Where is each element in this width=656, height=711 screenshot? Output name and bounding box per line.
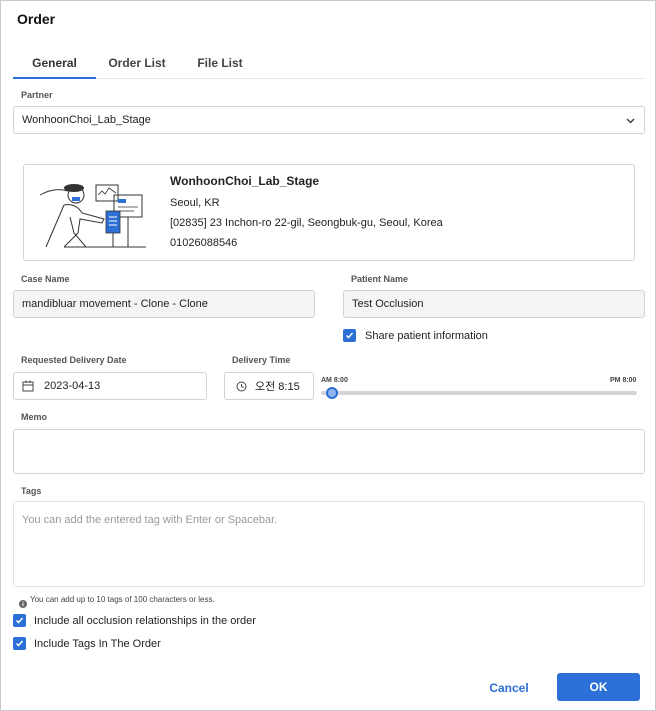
tags-label: Tags <box>21 486 42 496</box>
include-occlusion-label: Include all occlusion relationships in t… <box>34 615 256 627</box>
order-dialog: Order General Order List File List Partn… <box>0 0 656 711</box>
tags-input[interactable]: You can add the entered tag with Enter o… <box>13 501 645 587</box>
tab-order-list[interactable]: Order List <box>103 51 171 79</box>
delivery-time-label: Delivery Time <box>232 355 291 365</box>
tab-general[interactable]: General <box>13 51 96 79</box>
partner-label: Partner <box>21 90 53 100</box>
partner-card-name: WonhoonChoi_Lab_Stage <box>170 174 320 188</box>
tags-placeholder: You can add the entered tag with Enter o… <box>22 514 278 526</box>
delivery-date-input[interactable]: 2023-04-13 <box>13 372 207 400</box>
slider-thumb[interactable] <box>326 387 339 399</box>
share-patient-checkbox[interactable] <box>343 329 356 342</box>
cancel-button[interactable]: Cancel <box>471 674 547 701</box>
patient-name-value: Test Occlusion <box>352 298 424 310</box>
memo-label: Memo <box>21 412 48 422</box>
check-icon <box>15 617 24 624</box>
partner-select[interactable]: WonhoonChoi_Lab_Stage <box>13 106 645 134</box>
calendar-icon <box>22 380 34 395</box>
case-name-value: mandibluar movement - Clone - Clone <box>22 298 208 310</box>
delivery-date-label: Requested Delivery Date <box>21 355 127 365</box>
tab-bar: General Order List File List <box>13 51 645 79</box>
chevron-down-icon <box>625 115 636 129</box>
include-tags-checkbox[interactable] <box>13 637 26 650</box>
delivery-time-slider[interactable] <box>321 391 637 395</box>
patient-name-label: Patient Name <box>351 274 409 284</box>
info-icon <box>19 595 27 613</box>
ok-button[interactable]: OK <box>557 673 640 701</box>
partner-card-location: Seoul, KR <box>170 197 220 209</box>
tab-file-list[interactable]: File List <box>191 51 249 79</box>
delivery-time-value: 오전 8:15 <box>255 381 300 393</box>
case-name-input[interactable]: mandibluar movement - Clone - Clone <box>13 290 315 318</box>
partner-card: WonhoonChoi_Lab_Stage Seoul, KR [02835] … <box>23 164 635 261</box>
dialog-title: Order <box>17 11 56 27</box>
share-patient-label: Share patient information <box>365 330 488 342</box>
tags-hint: You can add up to 10 tags of 100 charact… <box>30 595 215 604</box>
delivery-date-value: 2023-04-13 <box>44 380 101 392</box>
slider-max-label: PM 8:00 <box>610 377 637 384</box>
check-icon <box>345 332 354 339</box>
lab-illustration <box>34 173 148 258</box>
check-icon <box>15 640 24 647</box>
partner-card-phone: 01026088546 <box>170 237 238 249</box>
include-tags-label: Include Tags In The Order <box>34 638 161 650</box>
delivery-time-input[interactable]: 오전 8:15 <box>224 372 314 400</box>
patient-name-input[interactable]: Test Occlusion <box>343 290 645 318</box>
slider-min-label: AM 8:00 <box>321 377 348 384</box>
partner-select-value: WonhoonChoi_Lab_Stage <box>22 114 151 126</box>
memo-input[interactable] <box>13 429 645 474</box>
include-occlusion-checkbox[interactable] <box>13 614 26 627</box>
case-name-label: Case Name <box>21 274 70 284</box>
partner-card-address: [02835] 23 Inchon-ro 22-gil, Seongbuk-gu… <box>170 217 443 229</box>
clock-icon <box>236 381 247 395</box>
